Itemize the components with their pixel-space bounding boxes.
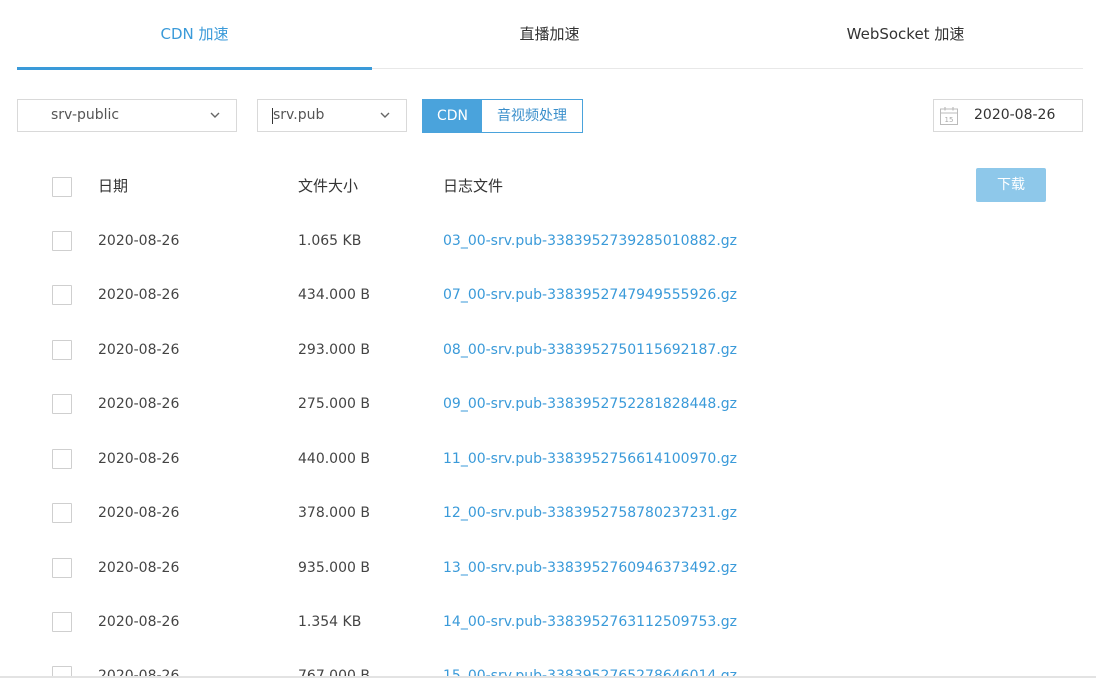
- domain-select[interactable]: srv.pub: [257, 99, 407, 132]
- acceleration-tabs: CDN 加速 直播加速 WebSocket 加速: [17, 0, 1083, 70]
- row-size: 378.000 B: [298, 505, 370, 521]
- table-row: 2020-08-26 434.000 B 07_00-srv.pub-33839…: [0, 285, 1096, 305]
- table-row: 2020-08-26 378.000 B 12_00-srv.pub-33839…: [0, 503, 1096, 523]
- row-file-link[interactable]: 03_00-srv.pub-3383952739285010882.gz: [443, 231, 737, 251]
- row-file-link[interactable]: 14_00-srv.pub-3383952763112509753.gz: [443, 612, 737, 632]
- row-date: 2020-08-26: [98, 342, 180, 358]
- tab-websocket[interactable]: WebSocket 加速: [728, 0, 1083, 69]
- row-file-link[interactable]: 12_00-srv.pub-3383952758780237231.gz: [443, 503, 737, 523]
- row-size: 275.000 B: [298, 396, 370, 412]
- date-picker[interactable]: 15 2020-08-26: [933, 99, 1083, 132]
- row-file-link[interactable]: 07_00-srv.pub-3383952747949555926.gz: [443, 285, 737, 305]
- table-row: 2020-08-26 935.000 B 13_00-srv.pub-33839…: [0, 558, 1096, 578]
- row-size: 440.000 B: [298, 451, 370, 467]
- row-checkbox[interactable]: [52, 449, 72, 469]
- row-size: 935.000 B: [298, 560, 370, 576]
- row-file-link[interactable]: 09_00-srv.pub-3383952752281828448.gz: [443, 394, 737, 414]
- type-toggle: CDN 音视频处理: [422, 99, 583, 133]
- chevron-down-icon: [210, 112, 220, 118]
- header-size: 文件大小: [298, 177, 359, 195]
- row-date: 2020-08-26: [98, 451, 180, 467]
- tab-live[interactable]: 直播加速: [372, 0, 727, 69]
- calendar-icon: 15: [940, 107, 958, 125]
- row-size: 434.000 B: [298, 287, 370, 303]
- download-button[interactable]: 下载: [976, 168, 1046, 202]
- bucket-select[interactable]: srv-public: [17, 99, 237, 132]
- row-date: 2020-08-26: [98, 560, 180, 576]
- table-row: 2020-08-26 440.000 B 11_00-srv.pub-33839…: [0, 449, 1096, 469]
- row-date: 2020-08-26: [98, 287, 180, 303]
- row-checkbox[interactable]: [52, 503, 72, 523]
- type-toggle-cdn[interactable]: CDN: [423, 100, 482, 132]
- tab-cdn[interactable]: CDN 加速: [17, 0, 372, 70]
- row-size: 1.354 KB: [298, 614, 362, 630]
- select-all-checkbox[interactable]: [52, 177, 72, 197]
- table-row: 2020-08-26 275.000 B 09_00-srv.pub-33839…: [0, 394, 1096, 414]
- table-row: 2020-08-26 1.065 KB 03_00-srv.pub-338395…: [0, 231, 1096, 251]
- bucket-select-value: srv-public: [51, 107, 120, 123]
- row-file-link[interactable]: 11_00-srv.pub-3383952756614100970.gz: [443, 449, 737, 469]
- row-date: 2020-08-26: [98, 505, 180, 521]
- table-row: 2020-08-26 293.000 B 08_00-srv.pub-33839…: [0, 340, 1096, 360]
- header-file: 日志文件: [443, 177, 504, 195]
- row-file-link[interactable]: 13_00-srv.pub-3383952760946373492.gz: [443, 558, 737, 578]
- calendar-day: 15: [945, 116, 954, 124]
- chevron-down-icon: [380, 112, 390, 118]
- row-checkbox[interactable]: [52, 285, 72, 305]
- row-size: 1.065 KB: [298, 233, 362, 249]
- header-date: 日期: [98, 177, 129, 195]
- table-row: 2020-08-26 1.354 KB 14_00-srv.pub-338395…: [0, 612, 1096, 632]
- row-date: 2020-08-26: [98, 614, 180, 630]
- row-checkbox[interactable]: [52, 394, 72, 414]
- row-checkbox[interactable]: [52, 231, 72, 251]
- row-date: 2020-08-26: [98, 233, 180, 249]
- row-checkbox[interactable]: [52, 612, 72, 632]
- row-checkbox[interactable]: [52, 340, 72, 360]
- domain-select-value: srv.pub: [273, 107, 325, 123]
- type-toggle-av-processing[interactable]: 音视频处理: [482, 100, 582, 132]
- row-size: 293.000 B: [298, 342, 370, 358]
- row-file-link[interactable]: 08_00-srv.pub-3383952750115692187.gz: [443, 340, 737, 360]
- row-checkbox[interactable]: [52, 558, 72, 578]
- log-download-page: CDN 加速 直播加速 WebSocket 加速 srv-public srv.…: [0, 0, 1096, 678]
- date-value: 2020-08-26: [974, 107, 1056, 123]
- row-date: 2020-08-26: [98, 396, 180, 412]
